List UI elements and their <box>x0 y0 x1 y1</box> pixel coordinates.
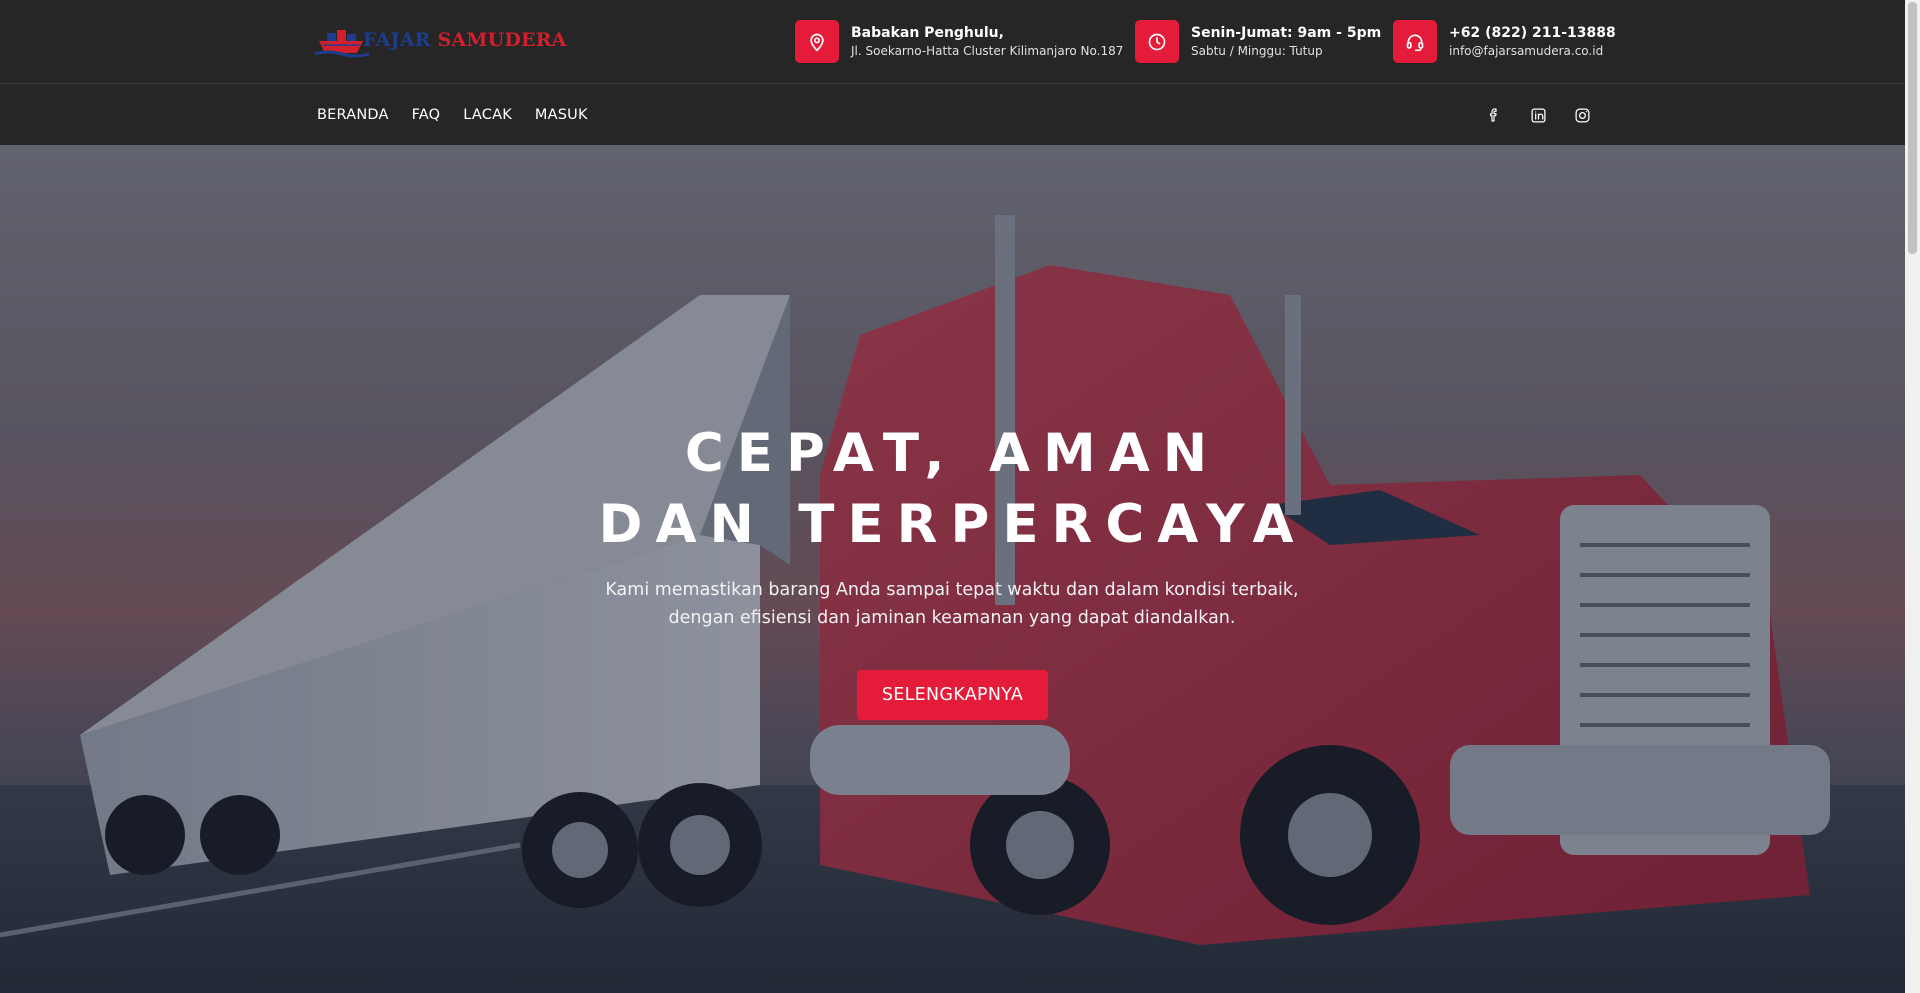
hero-section: CEPAT, AMAN DAN TERPERCAYA Kami memastik… <box>0 145 1905 993</box>
headset-icon <box>1393 20 1437 63</box>
main-nav: BERANDA FAQ LACAK MASUK <box>317 85 611 145</box>
clock-icon <box>1135 20 1179 63</box>
hero-title-line1: CEPAT, AMAN <box>684 423 1221 484</box>
phone-info: +62 (822) 211-13888 info@fajarsamudera.c… <box>1393 20 1616 63</box>
linkedin-icon[interactable] <box>1527 104 1549 126</box>
email-address[interactable]: info@fajarsamudera.co.id <box>1449 43 1616 59</box>
hours-weekend: Sabtu / Minggu: Tutup <box>1191 43 1323 58</box>
logo[interactable]: FAJAR SAMUDERA <box>313 21 566 59</box>
learn-more-button[interactable]: SELENGKAPNYA <box>857 670 1048 720</box>
hours-info: Senin-Jumat: 9am - 5pm Sabtu / Minggu: T… <box>1135 20 1381 63</box>
social-links <box>1483 85 1615 145</box>
facebook-icon[interactable] <box>1483 104 1505 126</box>
address-info: Babakan Penghulu, Jl. Soekarno-Hatta Clu… <box>795 20 1123 63</box>
hours-weekday: Senin-Jumat: 9am - 5pm <box>1191 24 1382 41</box>
phone-number[interactable]: +62 (822) 211-13888 <box>1449 24 1616 43</box>
nav-item-beranda[interactable]: BERANDA <box>317 107 389 123</box>
brand-name: FAJAR SAMUDERA <box>363 29 567 51</box>
scrollbar-thumb[interactable] <box>1908 2 1917 254</box>
hero-title-line2: DAN TERPERCAYA <box>598 494 1307 555</box>
map-pin-icon <box>795 20 839 63</box>
hero-content: CEPAT, AMAN DAN TERPERCAYA Kami memastik… <box>0 145 1905 993</box>
brand-name-part1: FAJAR <box>363 29 431 51</box>
address-title: Babakan Penghulu, <box>851 24 1004 41</box>
nav-item-lacak[interactable]: LACAK <box>463 107 512 123</box>
page-scrollbar[interactable] <box>1905 0 1920 993</box>
nav-item-masuk[interactable]: MASUK <box>535 107 588 123</box>
top-bar: FAJAR SAMUDERA Babakan Penghulu, Jl. Soe… <box>0 0 1905 84</box>
brand-name-part2: SAMUDERA <box>437 29 567 51</box>
instagram-icon[interactable] <box>1571 104 1593 126</box>
address-line: Jl. Soekarno-Hatta Cluster Kilimanjaro N… <box>851 43 1124 58</box>
hero-description: Kami memastikan barang Anda sampai tepat… <box>605 580 1299 628</box>
nav-bar: BERANDA FAQ LACAK MASUK <box>0 85 1905 145</box>
nav-item-faq[interactable]: FAQ <box>412 107 441 123</box>
